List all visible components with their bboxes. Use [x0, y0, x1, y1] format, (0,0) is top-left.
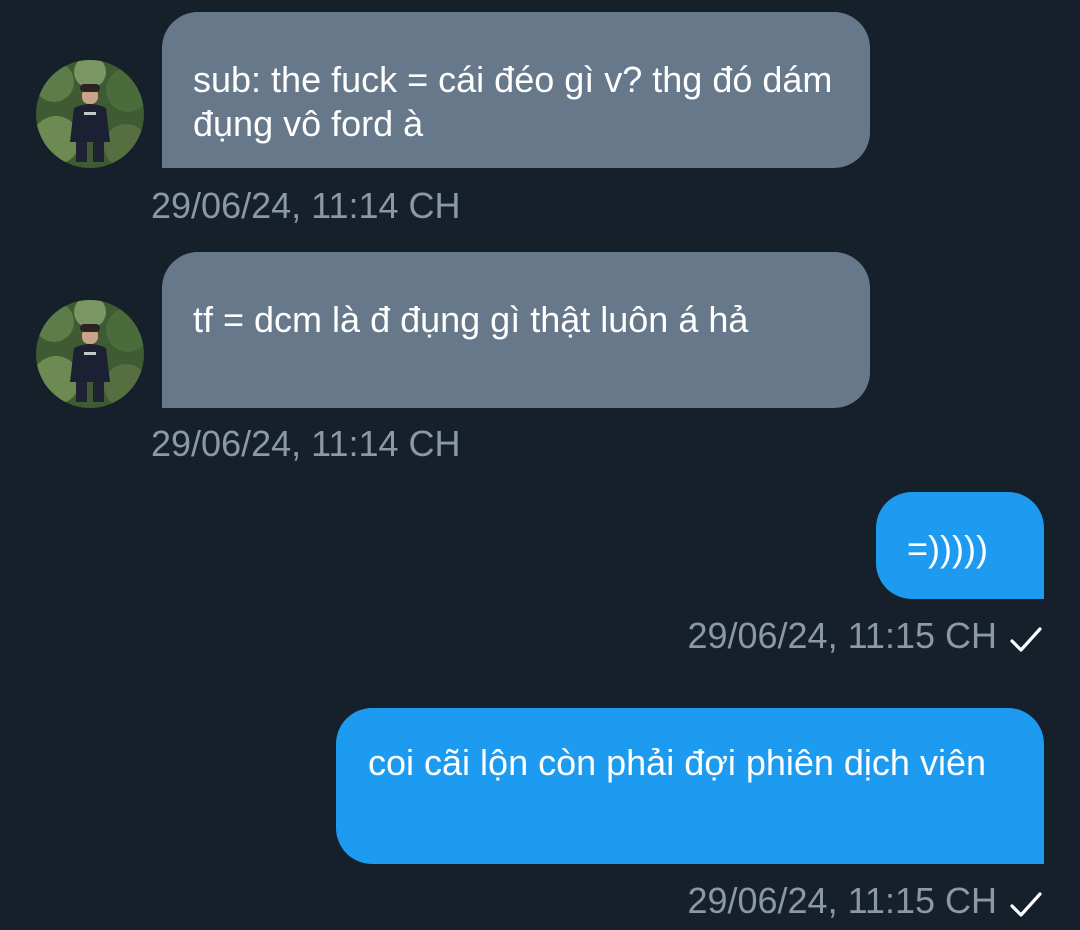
check-icon [1009, 886, 1043, 917]
message-timestamp: 29/06/24, 11:14 CH [151, 185, 461, 226]
outgoing-message-bubble[interactable]: coi cãi lộn còn phải đợi phiên dịch viên [336, 708, 1044, 864]
message-timestamp: 29/06/24, 11:15 CH [687, 880, 997, 921]
message-text: sub: the fuck = cái đéo gì v? thg đó dám… [193, 59, 833, 144]
message-meta: 29/06/24, 11:15 CH [687, 879, 1043, 923]
message-meta: 29/06/24, 11:15 CH [687, 614, 1043, 658]
incoming-message-bubble[interactable]: sub: the fuck = cái đéo gì v? thg đó dám… [162, 12, 870, 168]
check-icon [1009, 621, 1043, 652]
message-timestamp: 29/06/24, 11:15 CH [687, 615, 997, 656]
avatar[interactable] [36, 300, 144, 408]
message-text: coi cãi lộn còn phải đợi phiên dịch viên [368, 742, 986, 783]
message-text: =))))) [907, 528, 988, 569]
incoming-message-bubble[interactable]: tf = dcm là đ đụng gì thật luôn á hả [162, 252, 870, 408]
message-text: tf = dcm là đ đụng gì thật luôn á hả [193, 299, 749, 340]
avatar[interactable] [36, 60, 144, 168]
user-avatar-image [36, 60, 144, 168]
user-avatar-image [36, 300, 144, 408]
message-timestamp: 29/06/24, 11:14 CH [151, 423, 461, 464]
outgoing-message-bubble[interactable]: =))))) [876, 492, 1044, 599]
